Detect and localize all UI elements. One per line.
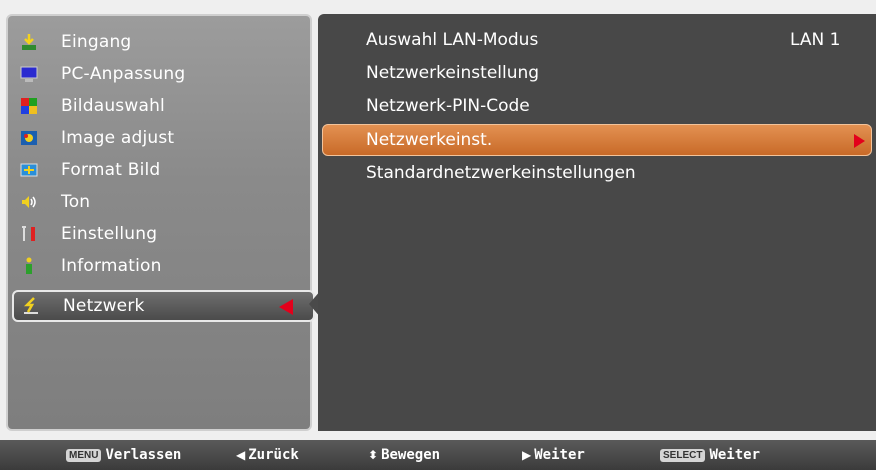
submenu-item-label: Standardnetzwerkeinstellungen — [366, 163, 636, 183]
image-adjust-icon — [19, 128, 39, 148]
menu-key-badge: MENU — [66, 448, 102, 462]
tools-icon — [19, 224, 39, 244]
menu-item-label: Eingang — [61, 32, 132, 52]
hint-select-next: SELECT Weiter — [660, 447, 760, 463]
menu-item-label: Netzwerk — [63, 296, 145, 316]
hint-label: Weiter — [534, 447, 585, 463]
hint-label: Zurück — [248, 447, 299, 463]
hint-label: Bewegen — [381, 447, 441, 463]
right-arrow-icon: ▶ — [522, 448, 532, 462]
hint-move: ⬍ Bewegen — [368, 447, 440, 463]
menu-item-label: Ton — [61, 192, 91, 212]
selection-arrow-icon — [279, 299, 293, 315]
hint-menu-exit: MENU Verlassen — [66, 447, 181, 463]
submenu-panel: Auswahl LAN‑Modus LAN 1 Netzwerkeinstell… — [318, 14, 876, 431]
submenu-item-lan-modus[interactable]: Auswahl LAN‑Modus LAN 1 — [322, 24, 872, 56]
main-menu-panel: Eingang PC‑Anpassung Bildauswahl Image a… — [6, 14, 315, 431]
menu-item-eingang[interactable]: Eingang — [12, 26, 308, 58]
hint-label: Verlassen — [105, 447, 182, 463]
submenu-item-standard[interactable]: Standardnetzwerkeinstellungen — [322, 157, 872, 189]
menu-item-image-adjust[interactable]: Image adjust — [12, 122, 308, 154]
submenu-item-netzwerkeinst[interactable]: Netzwerkeinst. — [322, 124, 872, 156]
lan-mode-value: LAN 1 — [790, 30, 841, 50]
menu-item-bildauswahl[interactable]: Bildauswahl — [12, 90, 308, 122]
menu-item-netzwerk[interactable]: Netzwerk — [12, 290, 315, 322]
hint-back: ◀ Zurück — [236, 447, 299, 463]
up-down-arrow-icon: ⬍ — [368, 448, 379, 462]
submenu-item-label: Auswahl LAN‑Modus — [366, 30, 539, 50]
hint-next: ▶ Weiter — [522, 447, 585, 463]
menu-item-pc-anpassung[interactable]: PC‑Anpassung — [12, 58, 308, 90]
menu-item-format-bild[interactable]: Format Bild — [12, 154, 308, 186]
speaker-icon — [19, 192, 39, 212]
select-key-badge: SELECT — [660, 448, 706, 462]
screen-format-icon — [19, 160, 39, 180]
monitor-icon — [19, 64, 39, 84]
network-icon — [21, 296, 41, 316]
menu-item-label: Bildauswahl — [61, 96, 165, 116]
menu-item-einstellung[interactable]: Einstellung — [12, 218, 308, 250]
menu-item-label: Einstellung — [61, 224, 158, 244]
menu-item-label: Information — [61, 256, 162, 276]
menu-item-label: Format Bild — [61, 160, 161, 180]
expand-arrow-icon — [854, 134, 865, 148]
submenu-item-netzwerkeinstellung[interactable]: Netzwerkeinstellung — [322, 57, 872, 89]
key-hint-bar: MENU Verlassen ◀ Zurück ⬍ Bewegen ▶ Weit… — [0, 440, 876, 470]
hint-label: Weiter — [709, 447, 761, 463]
submenu-item-label: Netzwerkeinstellung — [366, 63, 540, 83]
left-arrow-icon: ◀ — [236, 448, 246, 462]
picture-select-icon — [19, 96, 39, 116]
submenu-item-pin-code[interactable]: Netzwerk‑PIN‑Code — [322, 90, 872, 122]
menu-item-label: Image adjust — [61, 128, 175, 148]
osd-frame: Eingang PC‑Anpassung Bildauswahl Image a… — [0, 0, 876, 470]
input-icon — [19, 32, 39, 52]
info-icon — [19, 256, 39, 276]
menu-item-label: PC‑Anpassung — [61, 64, 186, 84]
submenu-item-label: Netzwerkeinst. — [366, 130, 493, 150]
menu-item-ton[interactable]: Ton — [12, 186, 308, 218]
submenu-item-label: Netzwerk‑PIN‑Code — [366, 96, 530, 116]
menu-item-information[interactable]: Information — [12, 250, 308, 282]
